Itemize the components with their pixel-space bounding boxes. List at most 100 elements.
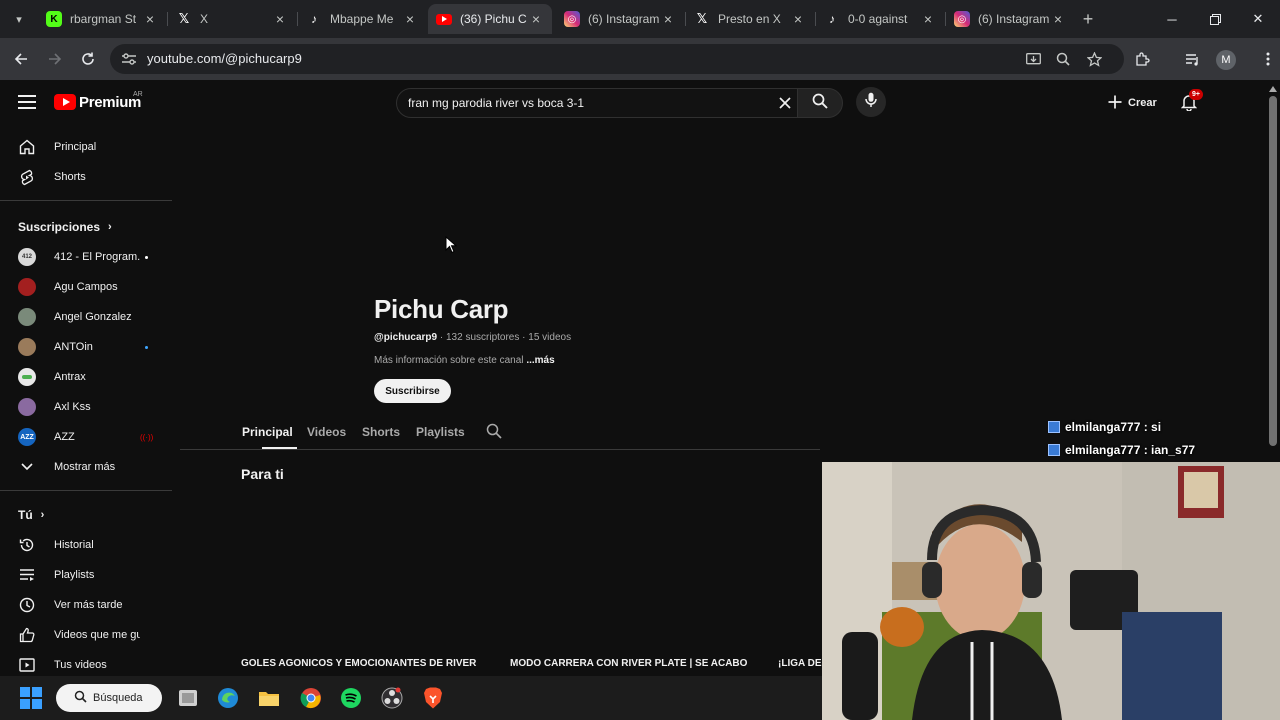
bookmark-star-icon[interactable] <box>1085 50 1103 68</box>
file-explorer-icon[interactable] <box>256 685 282 711</box>
video-title[interactable]: MODO CARRERA CON RIVER PLATE | SE ACABO <box>510 657 750 675</box>
tab-principal[interactable]: Principal <box>242 425 293 439</box>
webcam-overlay <box>822 462 1280 720</box>
sidebar-subscription[interactable]: 412 412 - El Program... <box>0 242 172 272</box>
x-logo-icon: 𝕏 <box>696 11 708 26</box>
taskbar-search[interactable]: Búsqueda <box>56 684 162 712</box>
chat-badge-icon <box>1048 444 1060 456</box>
browser-tab[interactable]: ♪ Mbappe Me × <box>298 4 426 34</box>
close-tab-icon[interactable]: × <box>272 11 288 27</box>
youtube-masthead: Premium AR fran mg parodia river vs boca… <box>0 80 1266 126</box>
browser-tab[interactable]: K rbargman St × <box>38 4 166 34</box>
media-controls-icon[interactable] <box>1180 47 1204 71</box>
restore-icon[interactable] <box>1201 8 1229 30</box>
shorts-icon <box>18 168 36 186</box>
channel-meta: @pichucarp9 · 132 suscriptores · 15 vide… <box>374 332 571 343</box>
sidebar-subscription[interactable]: ANTOin <box>0 332 172 362</box>
sidebar-item-shorts[interactable]: Shorts <box>0 162 172 192</box>
search-query: fran mg parodia river vs boca 3-1 <box>408 96 585 110</box>
minimize-icon[interactable]: ─ <box>1158 8 1186 30</box>
your-videos-icon <box>18 656 36 674</box>
tab-shorts[interactable]: Shorts <box>362 425 400 439</box>
task-view-icon[interactable] <box>175 685 201 711</box>
subscriptions-heading[interactable]: Suscripciones › <box>18 220 112 234</box>
scroll-up-icon[interactable] <box>1269 86 1277 92</box>
browser-tab[interactable]: ♪ 0-0 against × <box>816 4 944 34</box>
voice-search-button[interactable] <box>856 87 886 117</box>
sidebar-subscription[interactable]: Antrax <box>0 362 172 392</box>
channel-avatar <box>18 308 36 326</box>
close-tab-icon[interactable]: × <box>790 11 806 27</box>
reload-icon[interactable] <box>76 47 100 71</box>
url-text: youtube.com/@pichucarp9 <box>147 51 302 66</box>
search-button[interactable] <box>797 88 843 118</box>
sidebar-item-playlists[interactable]: Playlists <box>0 560 172 590</box>
more-link[interactable]: ...más <box>526 355 554 366</box>
windows-start-icon[interactable] <box>18 685 44 711</box>
channel-stats: · 132 suscriptores · 15 videos <box>439 332 572 343</box>
instagram-logo-icon: ◎ <box>954 11 970 27</box>
new-content-dot <box>145 346 148 349</box>
install-app-icon[interactable] <box>1024 50 1042 68</box>
sidebar-item-historial[interactable]: Historial <box>0 530 172 560</box>
video-title[interactable]: ¡LIGA DE <box>778 657 822 675</box>
clear-search-icon[interactable] <box>775 93 795 113</box>
subscribe-button[interactable]: Suscribirse <box>374 379 451 403</box>
sidebar-subscription[interactable]: Angel Gonzalez <box>0 302 172 332</box>
close-tab-icon[interactable]: × <box>142 11 158 27</box>
back-icon[interactable] <box>9 47 33 71</box>
video-title[interactable]: GOLES AGONICOS Y EMOCIONANTES DE RIVER <box>241 657 481 675</box>
microphone-icon <box>865 92 877 113</box>
edge-icon[interactable] <box>215 685 241 711</box>
guide-menu-icon[interactable] <box>18 95 36 109</box>
zoom-icon[interactable] <box>1054 50 1072 68</box>
close-tab-icon[interactable]: × <box>920 11 936 27</box>
address-bar[interactable]: youtube.com/@pichucarp9 <box>110 44 1124 74</box>
new-tab-icon[interactable]: + <box>1078 8 1098 30</box>
close-window-icon[interactable]: ✕ <box>1244 8 1272 30</box>
tab-videos[interactable]: Videos <box>307 425 346 439</box>
tab-playlists[interactable]: Playlists <box>416 425 465 439</box>
create-button[interactable]: Crear <box>1104 89 1161 117</box>
chevron-down-icon <box>18 458 36 476</box>
obs-icon[interactable] <box>379 685 405 711</box>
chrome-icon[interactable] <box>298 685 324 711</box>
sidebar-item-watch-later[interactable]: Ver más tarde <box>0 590 172 620</box>
mouse-cursor <box>445 235 458 259</box>
menu-dots-icon[interactable] <box>1256 47 1280 71</box>
close-tab-icon[interactable]: × <box>660 11 676 27</box>
sidebar-item-principal[interactable]: Principal <box>0 132 172 162</box>
search-input[interactable]: fran mg parodia river vs boca 3-1 <box>396 88 798 118</box>
forward-icon[interactable] <box>43 47 67 71</box>
youtube-premium-wordmark[interactable]: Premium <box>79 94 141 111</box>
close-tab-icon[interactable]: × <box>1050 11 1066 27</box>
sidebar-subscription[interactable]: Agu Campos <box>0 272 172 302</box>
browser-tab[interactable]: 𝕏 X × <box>168 4 296 34</box>
browser-tab-active[interactable]: (36) Pichu C × <box>428 4 552 34</box>
show-more-button[interactable]: Mostrar más <box>0 452 172 482</box>
sidebar-subscription[interactable]: Axl Kss <box>0 392 172 422</box>
site-settings-icon[interactable] <box>120 50 138 68</box>
tab-search-button[interactable]: ▾ <box>6 8 32 30</box>
history-icon <box>18 536 36 554</box>
spotify-icon[interactable] <box>338 685 364 711</box>
channel-description[interactable]: Más información sobre este canal ...más <box>374 355 555 366</box>
channel-avatar <box>18 398 36 416</box>
you-heading[interactable]: Tú › <box>18 508 44 522</box>
browser-tab[interactable]: 𝕏 Presto en X × <box>686 4 814 34</box>
close-tab-icon[interactable]: × <box>402 11 418 27</box>
youtube-logo-icon[interactable] <box>54 94 76 110</box>
channel-name: Pichu Carp <box>374 294 509 324</box>
sidebar-subscription[interactable]: AZZ AZZ ((·)) <box>0 422 172 452</box>
youtube-logo-icon <box>436 13 452 25</box>
sidebar-item-liked-videos[interactable]: Videos que me gus... <box>0 620 172 650</box>
browser-tab[interactable]: ◎ (6) Instagram × <box>556 4 684 34</box>
brave-icon[interactable] <box>420 685 446 711</box>
scroll-thumb[interactable] <box>1269 96 1277 446</box>
new-content-dot <box>145 256 148 259</box>
close-tab-icon[interactable]: × <box>528 11 544 27</box>
browser-tab[interactable]: ◎ (6) Instagram × <box>946 4 1074 34</box>
channel-search-icon[interactable] <box>486 423 502 444</box>
profile-avatar[interactable]: M <box>1216 50 1236 70</box>
extensions-icon[interactable] <box>1130 47 1154 71</box>
